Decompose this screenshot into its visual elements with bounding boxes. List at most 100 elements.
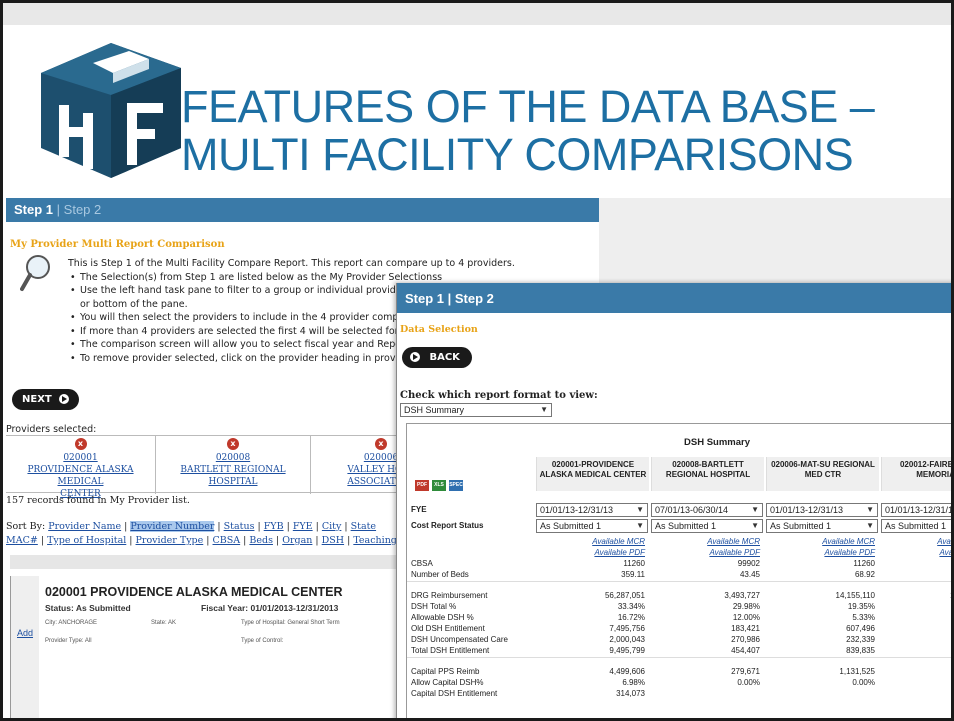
step-separator: | xyxy=(56,202,61,217)
available-pdf-link[interactable]: Available PDF xyxy=(594,548,645,557)
add-provider-link[interactable]: Add xyxy=(17,628,33,638)
chevron-down-icon: ▼ xyxy=(751,505,759,514)
sort-link[interactable]: Type of Hospital xyxy=(47,535,126,546)
tab-step2[interactable]: Step 2 xyxy=(64,202,102,217)
sort-link[interactable]: Teaching xyxy=(353,535,397,546)
status-select[interactable]: As Submitted 1▼ xyxy=(881,519,951,533)
fye-label: FYE xyxy=(411,505,427,514)
row-value: 839,835 xyxy=(846,646,875,655)
sort-link[interactable]: Provider Name xyxy=(48,521,121,532)
sort-link[interactable]: Organ xyxy=(282,535,312,546)
section-title: My Provider Multi Report Comparison xyxy=(10,239,225,250)
provider-column[interactable]: x 020001 PROVIDENCE ALASKA MEDICAL CENTE… xyxy=(6,436,156,499)
report-format-select[interactable]: DSH Summary ▼ xyxy=(400,403,552,417)
xls-export-icon[interactable]: XLS xyxy=(432,480,446,491)
sort-link[interactable]: FYB xyxy=(264,521,284,532)
available-pdf-link[interactable]: Available PDF xyxy=(824,548,875,557)
sort-link[interactable]: City xyxy=(322,521,342,532)
provider-name-link[interactable]: BARTLETT REGIONAL HOSPITAL xyxy=(156,464,310,488)
available-mcr-link[interactable]: Available MCR xyxy=(592,537,645,546)
tab-step1[interactable]: Step 1 xyxy=(14,202,53,217)
fye-select[interactable]: 01/01/13-12/31/13▼ xyxy=(536,503,648,517)
status-select[interactable]: As Submitted 1▼ xyxy=(651,519,763,533)
arrow-left-icon xyxy=(410,352,420,362)
row-value: 6.98% xyxy=(622,678,645,687)
row-label: Total DSH Entitlement xyxy=(411,646,490,655)
sort-link[interactable]: Status xyxy=(224,521,255,532)
available-pdf-link[interactable]: Available PDF xyxy=(939,548,951,557)
row-value: 16.72% xyxy=(617,613,645,622)
row-label: DSH Total % xyxy=(411,602,457,611)
slide-title-line2: MULTI FACILITY COMPARISONS xyxy=(181,129,854,180)
dsh-summary-panel: DSH Summary PDF XLS SPEC 020001-PROVIDENCE… xyxy=(406,423,951,718)
step2-screenshot: Step 1 | Step 2 Data Selection BACK Chec… xyxy=(396,283,951,718)
provider-name-link[interactable]: PROVIDENCE ALASKA MEDICAL xyxy=(6,464,155,488)
back-button-label: BACK xyxy=(429,352,460,363)
row-label: Old DSH Entitlement xyxy=(411,624,485,633)
remove-icon[interactable]: x xyxy=(375,438,387,450)
provider-number-link[interactable]: 020008 xyxy=(156,452,310,464)
pdf-export-icon[interactable]: PDF xyxy=(415,480,429,491)
row-value: 0.00% xyxy=(737,678,760,687)
available-mcr-link[interactable]: Available MCR xyxy=(937,537,951,546)
instruction-item: The Selection(s) from Step 1 are listed … xyxy=(68,271,608,285)
provider-number-link[interactable]: 020001 xyxy=(6,452,155,464)
fye-select[interactable]: 01/01/13-12/31/13 ▼ xyxy=(766,503,878,517)
grid-header xyxy=(10,555,400,569)
arrow-right-icon xyxy=(59,394,70,404)
top-band xyxy=(3,3,951,25)
provider-card-name: 020001 PROVIDENCE ALASKA MEDICAL CENTER xyxy=(45,585,343,599)
fye-value: 07/01/13-06/30/14 xyxy=(655,505,729,515)
row-value: 11260 xyxy=(623,559,645,568)
provider-card-hospital-type: Type of Hospital: General Short Term xyxy=(241,620,340,626)
row-value: 43.45 xyxy=(739,570,760,579)
provider-card-city: City: ANCHORAGE xyxy=(45,620,98,626)
step2-header-bar[interactable]: Step 1 | Step 2 xyxy=(397,283,951,313)
next-button-label: NEXT xyxy=(22,394,52,405)
sort-link[interactable]: State xyxy=(351,521,376,532)
row-value: 232,339 xyxy=(846,635,875,644)
sort-link[interactable]: CBSA xyxy=(213,535,241,546)
sort-link[interactable]: FYE xyxy=(293,521,313,532)
sort-link[interactable]: MAC# xyxy=(6,535,38,546)
row-value: 607,496 xyxy=(846,624,875,633)
provider-column-header: 020006-MAT-SU REGIONAL MED CTR xyxy=(766,457,879,491)
export-icons: PDF XLS SPEC xyxy=(415,473,466,491)
provider-column-header: 020012-FAIRBANKS MEMORIAL xyxy=(881,457,951,491)
row-label: DRG Reimbursement xyxy=(411,591,488,600)
chevron-down-icon: ▼ xyxy=(636,521,644,530)
row-label: Allowable DSH % xyxy=(411,613,474,622)
status-value: As Submitted 1 xyxy=(540,521,602,531)
hfs-logo-icon xyxy=(41,43,181,178)
provider-card-status: Status: As Submitted xyxy=(45,603,131,613)
provider-column[interactable]: x 020008 BARTLETT REGIONAL HOSPITAL xyxy=(156,436,311,494)
available-pdf-link[interactable]: Available PDF xyxy=(709,548,760,557)
provider-card-fiscal-year: Fiscal Year: 01/01/2013-12/31/2013 xyxy=(201,603,339,613)
available-mcr-link[interactable]: Available MCR xyxy=(822,537,875,546)
status-value: As Submitted 1 xyxy=(655,521,717,531)
status-select[interactable]: As Submitted 1▼ xyxy=(766,519,878,533)
sort-link[interactable]: DSH xyxy=(322,535,344,546)
sort-link[interactable]: Provider Number xyxy=(130,521,215,532)
remove-icon[interactable]: x xyxy=(74,438,87,450)
row-value: 7,495,756 xyxy=(609,624,645,633)
fye-value: 01/01/13-12/31/13 xyxy=(770,505,844,515)
row-label: Capital PPS Reimb xyxy=(411,667,480,676)
chevron-down-icon: ▼ xyxy=(866,505,874,514)
provider-card: Add 020001 PROVIDENCE ALASKA MEDICAL CEN… xyxy=(10,576,400,718)
next-button[interactable]: NEXT xyxy=(12,389,80,410)
sort-link[interactable]: Provider Type xyxy=(136,535,204,546)
spec-export-icon[interactable]: SPEC xyxy=(449,480,463,491)
row-value: 183,421 xyxy=(731,624,760,633)
row-value: 359.11 xyxy=(621,570,645,579)
row-value: 99902 xyxy=(737,559,760,568)
row-value: 12.00% xyxy=(732,613,760,622)
fye-select[interactable]: 07/01/13-06/30/14 ▼ xyxy=(651,503,763,517)
fye-select[interactable]: 01/01/13-12/31/13▼ xyxy=(881,503,951,517)
status-select[interactable]: As Submitted 1 ▼ xyxy=(536,519,648,533)
remove-icon[interactable]: x xyxy=(227,438,239,450)
sort-link[interactable]: Beds xyxy=(249,535,273,546)
providers-selected-label: Providers selected: xyxy=(6,424,97,435)
available-mcr-link[interactable]: Available MCR xyxy=(707,537,760,546)
back-button[interactable]: BACK xyxy=(402,347,472,368)
